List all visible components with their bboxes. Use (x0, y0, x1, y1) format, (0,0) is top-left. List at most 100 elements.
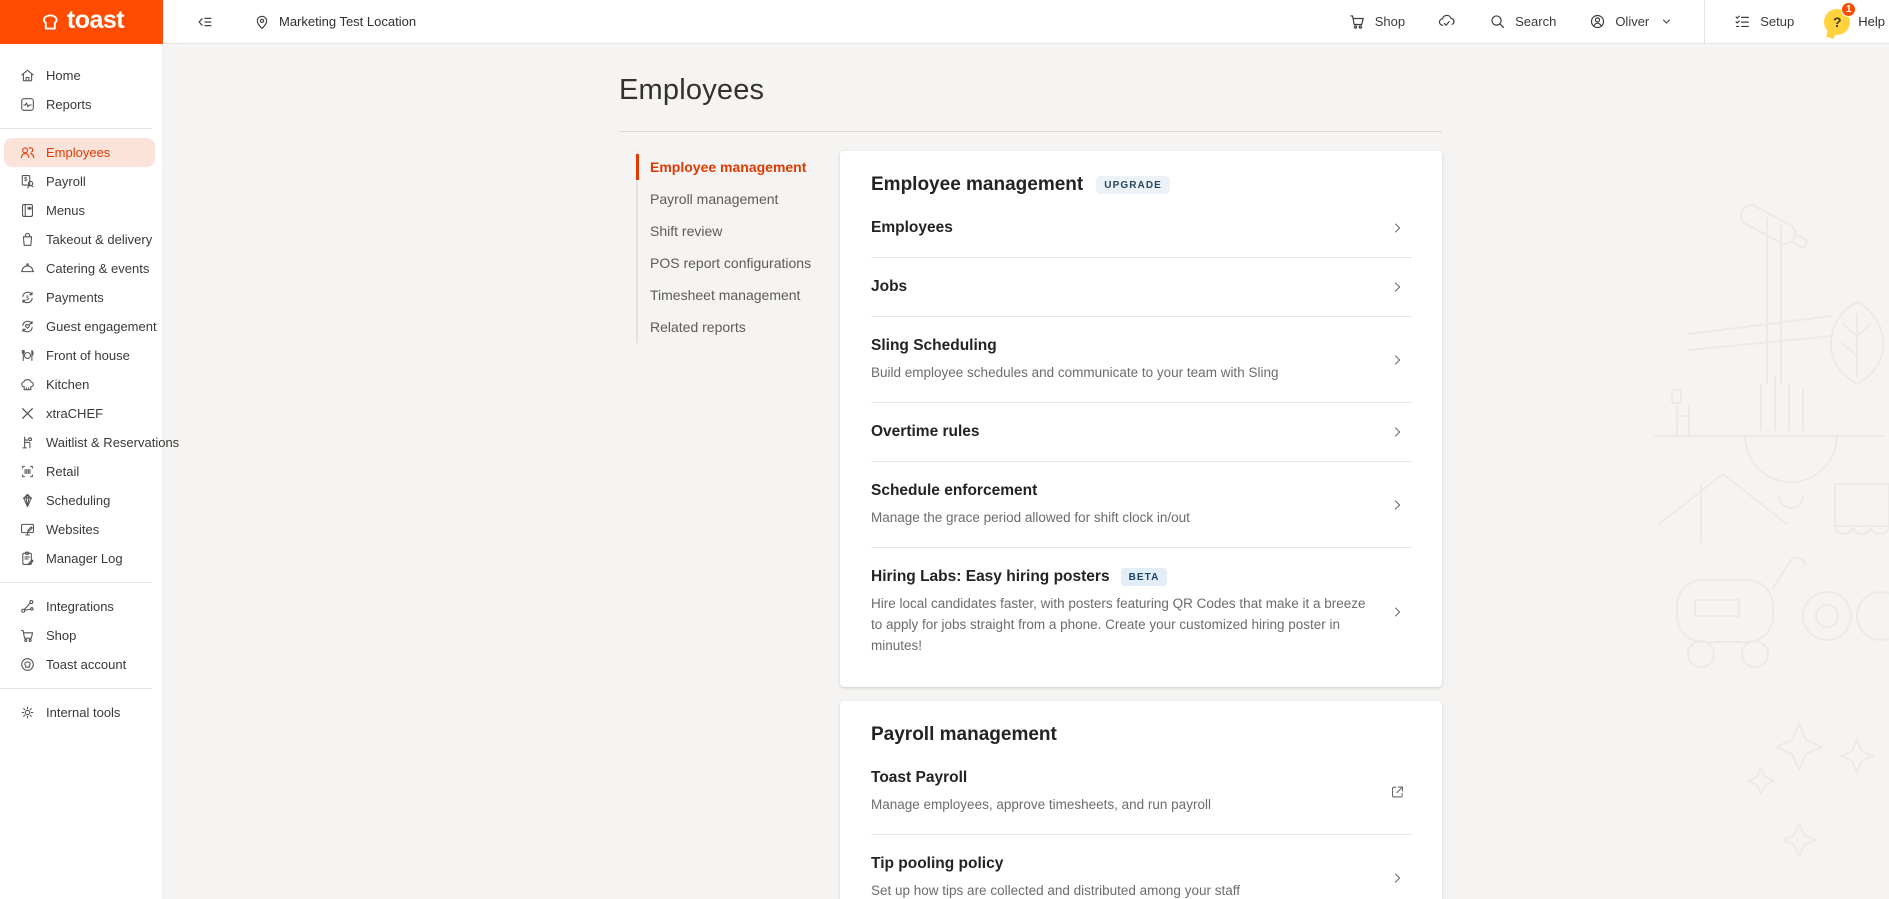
sidebar-item-payments[interactable]: $ Payments (4, 283, 155, 312)
card-row-hiring-labs-easy-hiring-posters[interactable]: Hiring Labs: Easy hiring posters BETA Hi… (871, 548, 1412, 675)
sidebar: Home Reports Employees $ Payroll Menus T… (0, 44, 163, 899)
sidebar-item-payroll[interactable]: $ Payroll (4, 167, 155, 196)
card-row-jobs[interactable]: Jobs (871, 258, 1412, 317)
row-title: Overtime rules (871, 422, 980, 442)
toast-bread-icon (39, 10, 63, 34)
sidebar-item-label: Integrations (46, 599, 114, 614)
sidebar-item-label: Menus (46, 203, 85, 218)
chevron-right-icon (1389, 279, 1406, 296)
toast-logo: toast (0, 0, 163, 44)
card-employee-management: Employee management UPGRADE Employees Jo… (840, 151, 1442, 687)
user-menu[interactable]: Oliver (1588, 12, 1676, 31)
collapse-sidebar-icon[interactable] (195, 12, 215, 32)
help-button[interactable]: ? 1 Help (1824, 9, 1885, 35)
sidebar-item-label: Reports (46, 97, 92, 112)
search-button[interactable]: Search (1488, 12, 1556, 31)
row-title: Schedule enforcement (871, 481, 1037, 501)
sidebar-item-front-of-house[interactable]: Front of house (4, 341, 155, 370)
row-title: Toast Payroll (871, 768, 967, 788)
cards-column: Employee management UPGRADE Employees Jo… (840, 151, 1442, 899)
scheduling-icon (19, 492, 36, 509)
sidebar-item-label: xtraCHEF (46, 406, 103, 421)
cart-icon (1348, 12, 1367, 31)
row-description: Manage employees, approve timesheets, an… (871, 794, 1366, 815)
sidebar-item-waitlist-reservations[interactable]: Waitlist & Reservations (4, 428, 155, 457)
row-description: Set up how tips are collected and distri… (871, 880, 1366, 899)
sidebar-item-label: Scheduling (46, 493, 110, 508)
sidebar-item-employees[interactable]: Employees (4, 138, 155, 167)
card-row-toast-payroll[interactable]: Toast Payroll Manage employees, approve … (871, 749, 1412, 835)
subnav-item-pos-report-configurations[interactable]: POS report configurations (638, 247, 840, 279)
subnav-item-related-reports[interactable]: Related reports (638, 311, 840, 343)
checklist-icon (1733, 12, 1752, 31)
card-payroll-management: Payroll management Toast Payroll Manage … (840, 701, 1442, 899)
subnav-item-employee-management[interactable]: Employee management (638, 151, 840, 183)
avatar-icon (1588, 12, 1607, 31)
chevron-right-icon (1389, 351, 1406, 368)
xtrachef-icon (19, 405, 36, 422)
sidebar-item-reports[interactable]: Reports (4, 90, 155, 119)
row-description: Build employee schedules and communicate… (871, 362, 1366, 383)
beta-badge: BETA (1121, 568, 1168, 586)
sidebar-item-toast-account[interactable]: Toast account (4, 650, 155, 679)
sidebar-item-label: Toast account (46, 657, 126, 672)
subnav-item-timesheet-management[interactable]: Timesheet management (638, 279, 840, 311)
sidebar-item-xtrachef[interactable]: xtraCHEF (4, 399, 155, 428)
question-bubble-icon: ? 1 (1824, 9, 1850, 35)
sync-status-button[interactable] (1437, 12, 1456, 31)
websites-icon (19, 521, 36, 538)
row-description: Hire local candidates faster, with poste… (871, 593, 1366, 656)
card-row-sling-scheduling[interactable]: Sling Scheduling Build employee schedule… (871, 317, 1412, 403)
sidebar-item-kitchen[interactable]: Kitchen (4, 370, 155, 399)
card-row-schedule-enforcement[interactable]: Schedule enforcement Manage the grace pe… (871, 462, 1412, 548)
card-row-employees[interactable]: Employees (871, 199, 1412, 258)
manager-log-icon (19, 550, 36, 567)
sidebar-item-integrations[interactable]: Integrations (4, 592, 155, 621)
chevron-right-icon (1389, 220, 1406, 237)
topbar-actions: Shop Search Oliver Setup ? 1 Help (1316, 0, 1889, 43)
home-icon (19, 67, 36, 84)
sidebar-item-scheduling[interactable]: Scheduling (4, 486, 155, 515)
brand-name: toast (67, 6, 124, 38)
sidebar-item-label: Front of house (46, 348, 130, 363)
sidebar-item-shop[interactable]: Shop (4, 621, 155, 650)
card-title: Employee management (871, 174, 1083, 196)
svg-text:$: $ (24, 177, 28, 183)
card-row-overtime-rules[interactable]: Overtime rules (871, 403, 1412, 462)
employees-icon (19, 144, 36, 161)
sidebar-item-takeout-delivery[interactable]: Takeout & delivery (4, 225, 155, 254)
sidebar-item-internal-tools[interactable]: Internal tools (4, 698, 155, 727)
sidebar-item-label: Internal tools (46, 705, 120, 720)
sidebar-item-label: Kitchen (46, 377, 89, 392)
sidebar-item-manager-log[interactable]: Manager Log (4, 544, 155, 573)
card-title: Payroll management (871, 724, 1057, 746)
sidebar-nav: Home Reports Employees $ Payroll Menus T… (0, 61, 162, 727)
row-description: Manage the grace period allowed for shif… (871, 507, 1366, 528)
sidebar-item-catering-events[interactable]: Catering & events (4, 254, 155, 283)
sidebar-item-home[interactable]: Home (4, 61, 155, 90)
help-notification-badge: 1 (1841, 2, 1856, 17)
sidebar-item-label: Payroll (46, 174, 86, 189)
sidebar-item-guest-engagement[interactable]: Guest engagement (4, 312, 155, 341)
topbar-divider (1704, 0, 1705, 44)
sidebar-divider (0, 128, 152, 129)
location-selector[interactable]: Marketing Test Location (253, 13, 416, 31)
magnifier-icon (1488, 12, 1507, 31)
shop-button[interactable]: Shop (1348, 12, 1405, 31)
subnav-item-shift-review[interactable]: Shift review (638, 215, 840, 247)
external-link-icon (1389, 783, 1406, 800)
sidebar-item-menus[interactable]: Menus (4, 196, 155, 225)
chevron-down-icon (1657, 12, 1676, 31)
row-title: Tip pooling policy (871, 854, 1003, 874)
cloud-check-icon (1437, 12, 1456, 31)
chevron-right-icon (1389, 603, 1406, 620)
row-title: Jobs (871, 277, 907, 297)
card-row-tip-pooling-policy[interactable]: Tip pooling policy Set up how tips are c… (871, 835, 1412, 899)
sidebar-item-websites[interactable]: Websites (4, 515, 155, 544)
subnav-item-payroll-management[interactable]: Payroll management (638, 183, 840, 215)
guest-engagement-icon (19, 318, 36, 335)
setup-button[interactable]: Setup (1733, 12, 1794, 31)
sidebar-item-retail[interactable]: Retail (4, 457, 155, 486)
cart-icon (19, 627, 36, 644)
sidebar-item-label: Manager Log (46, 551, 123, 566)
